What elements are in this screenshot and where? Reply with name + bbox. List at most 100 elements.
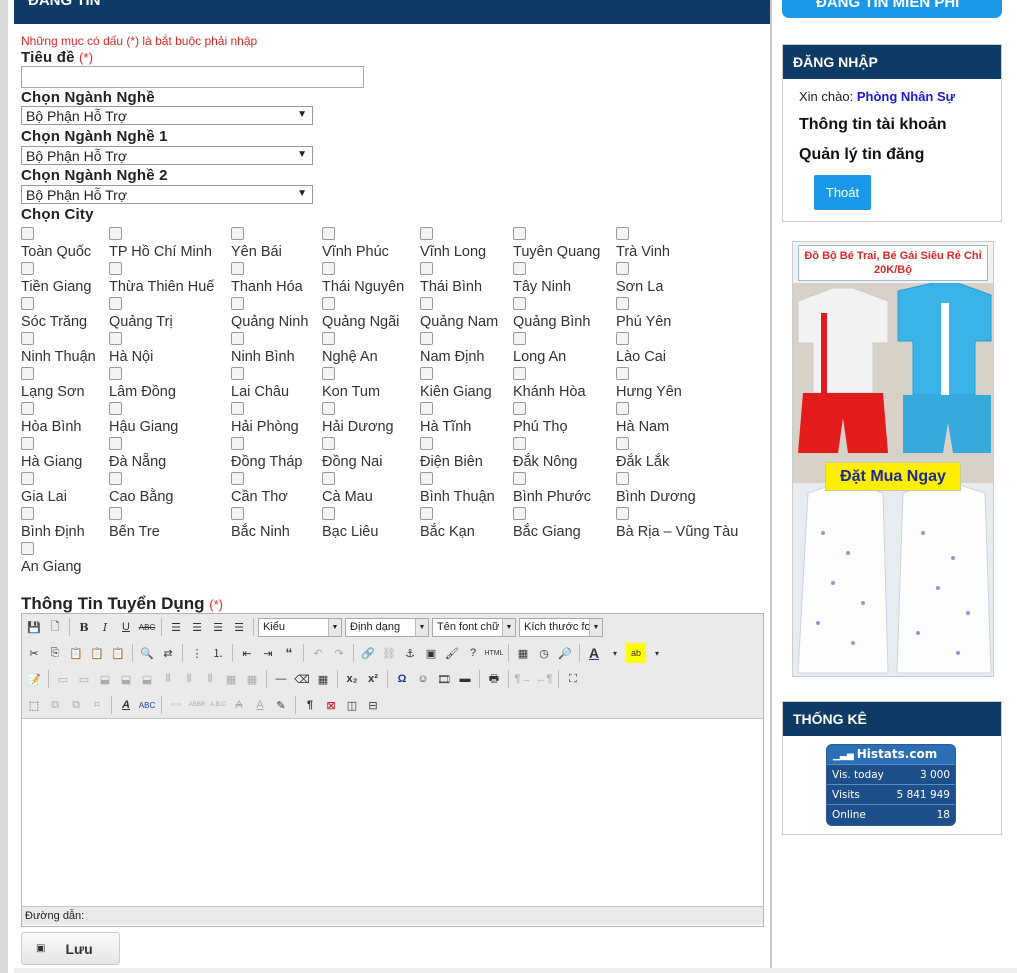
city-checkbox[interactable]: [616, 297, 629, 310]
undo-icon[interactable]: ↶: [308, 643, 328, 663]
paste-word-icon[interactable]: 📋: [108, 643, 128, 663]
city-option[interactable]: Tuyên Quang: [513, 227, 600, 260]
city-checkbox[interactable]: [513, 297, 526, 310]
city-checkbox[interactable]: [21, 227, 34, 240]
city-option[interactable]: Đà Nẵng: [109, 437, 166, 470]
city-checkbox[interactable]: [21, 262, 34, 275]
city-checkbox[interactable]: [21, 367, 34, 380]
industry2-select[interactable]: Bộ Phận Hỗ Trợ ▼: [21, 185, 313, 204]
city-option[interactable]: Thanh Hóa: [231, 262, 303, 295]
city-checkbox[interactable]: [322, 507, 335, 520]
visual-aid-icon[interactable]: 📝: [24, 669, 44, 689]
city-option[interactable]: Yên Bái: [231, 227, 282, 260]
city-option[interactable]: Cần Thơ: [231, 472, 288, 505]
city-option[interactable]: Hải Dương: [322, 402, 394, 435]
city-option[interactable]: Bình Định: [21, 507, 85, 540]
delete-row-icon[interactable]: ⬓: [137, 669, 157, 689]
city-checkbox[interactable]: [21, 332, 34, 345]
chevron-down-icon[interactable]: ▾: [647, 643, 667, 663]
superscript-icon[interactable]: x²: [363, 669, 383, 689]
logout-button[interactable]: Thoát: [814, 175, 871, 210]
underline-icon[interactable]: U: [116, 617, 136, 637]
template-icon[interactable]: ◫: [342, 695, 362, 715]
city-checkbox[interactable]: [513, 367, 526, 380]
city-checkbox[interactable]: [322, 437, 335, 450]
city-checkbox[interactable]: [231, 367, 244, 380]
city-checkbox[interactable]: [231, 472, 244, 485]
cite-icon[interactable]: ‹‹ ››: [166, 695, 186, 715]
city-checkbox[interactable]: [109, 507, 122, 520]
redo-icon[interactable]: ↷: [329, 643, 349, 663]
ltr-icon[interactable]: ¶→: [513, 669, 533, 689]
city-checkbox[interactable]: [21, 297, 34, 310]
absolute-icon[interactable]: ⌗: [87, 695, 107, 715]
city-checkbox[interactable]: [21, 472, 34, 485]
media-icon[interactable]: 🎞: [434, 669, 454, 689]
account-info-link[interactable]: Thông tin tài khoản: [799, 116, 947, 134]
ad-cta-button[interactable]: Đặt Mua Ngay: [825, 462, 961, 491]
city-checkbox[interactable]: [231, 437, 244, 450]
acronym-icon[interactable]: A.B.C: [208, 695, 228, 715]
city-checkbox[interactable]: [322, 227, 335, 240]
city-checkbox[interactable]: [231, 262, 244, 275]
city-option[interactable]: Toàn Quốc: [21, 227, 91, 260]
city-option[interactable]: Đồng Nai: [322, 437, 382, 470]
highlight-icon[interactable]: ab: [626, 643, 646, 663]
move-backward-icon[interactable]: ⧉: [66, 695, 86, 715]
city-option[interactable]: Bắc Kạn: [420, 507, 475, 540]
city-checkbox[interactable]: [420, 332, 433, 345]
city-checkbox[interactable]: [21, 437, 34, 450]
city-checkbox[interactable]: [513, 472, 526, 485]
city-option[interactable]: Quảng Trị: [109, 297, 173, 330]
city-checkbox[interactable]: [420, 437, 433, 450]
city-option[interactable]: Quảng Nam: [420, 297, 498, 330]
help-icon[interactable]: ?: [463, 643, 483, 663]
city-option[interactable]: Trà Vinh: [616, 227, 670, 260]
title-input[interactable]: [21, 66, 364, 88]
paste-text-icon[interactable]: 📋: [87, 643, 107, 663]
text-color-icon[interactable]: A: [584, 643, 604, 663]
save-icon[interactable]: 💾: [24, 617, 44, 637]
city-checkbox[interactable]: [513, 332, 526, 345]
align-left-icon[interactable]: ☰: [166, 617, 186, 637]
indent-icon[interactable]: ⇥: [258, 643, 278, 663]
city-option[interactable]: Đồng Tháp: [231, 437, 302, 470]
italic-icon[interactable]: I: [95, 617, 115, 637]
blockquote-icon[interactable]: “: [279, 643, 299, 663]
manage-posts-link[interactable]: Quản lý tin đăng: [799, 146, 924, 164]
free-post-button[interactable]: ĐĂNG TIN MIỄN PHÍ: [782, 0, 1002, 18]
bulleted-list-icon[interactable]: ⋮: [187, 643, 207, 663]
city-checkbox[interactable]: [231, 402, 244, 415]
cut-icon[interactable]: ✂: [24, 643, 44, 663]
industry1-select[interactable]: Bộ Phận Hỗ Trợ ▼: [21, 146, 313, 165]
city-checkbox[interactable]: [420, 227, 433, 240]
insert-table-icon[interactable]: ▦: [313, 669, 333, 689]
city-checkbox[interactable]: [513, 402, 526, 415]
city-checkbox[interactable]: [513, 437, 526, 450]
city-checkbox[interactable]: [513, 507, 526, 520]
page-break-icon[interactable]: ▬: [455, 669, 475, 689]
size-combo[interactable]: Kích thước fo ▼: [519, 617, 603, 637]
city-checkbox[interactable]: [513, 227, 526, 240]
city-option[interactable]: Gia Lai: [21, 472, 67, 505]
font-combo[interactable]: Tên font chữ ▼: [432, 617, 516, 637]
city-option[interactable]: Kon Tum: [322, 367, 380, 400]
city-option[interactable]: Vĩnh Phúc: [322, 227, 389, 260]
cleanup-icon[interactable]: 🖌: [442, 643, 462, 663]
bold-icon[interactable]: B: [74, 617, 94, 637]
rtl-icon[interactable]: ←¶: [534, 669, 554, 689]
align-right-icon[interactable]: ☰: [208, 617, 228, 637]
city-option[interactable]: Lạng Sơn: [21, 367, 85, 400]
city-option[interactable]: Thừa Thiên Huế: [109, 262, 214, 295]
city-option[interactable]: Đắk Lắk: [616, 437, 669, 470]
city-checkbox[interactable]: [322, 297, 335, 310]
city-checkbox[interactable]: [109, 437, 122, 450]
city-checkbox[interactable]: [231, 227, 244, 240]
city-checkbox[interactable]: [513, 262, 526, 275]
city-option[interactable]: TP Hồ Chí Minh: [109, 227, 212, 260]
city-checkbox[interactable]: [616, 437, 629, 450]
city-option[interactable]: Lai Châu: [231, 367, 289, 400]
city-option[interactable]: Bình Thuận: [420, 472, 495, 505]
city-checkbox[interactable]: [616, 367, 629, 380]
ad-banner[interactable]: Đồ Bộ Bé Trai, Bé Gái Siêu Rẻ Chỉ 20K/Bộ…: [792, 241, 994, 677]
